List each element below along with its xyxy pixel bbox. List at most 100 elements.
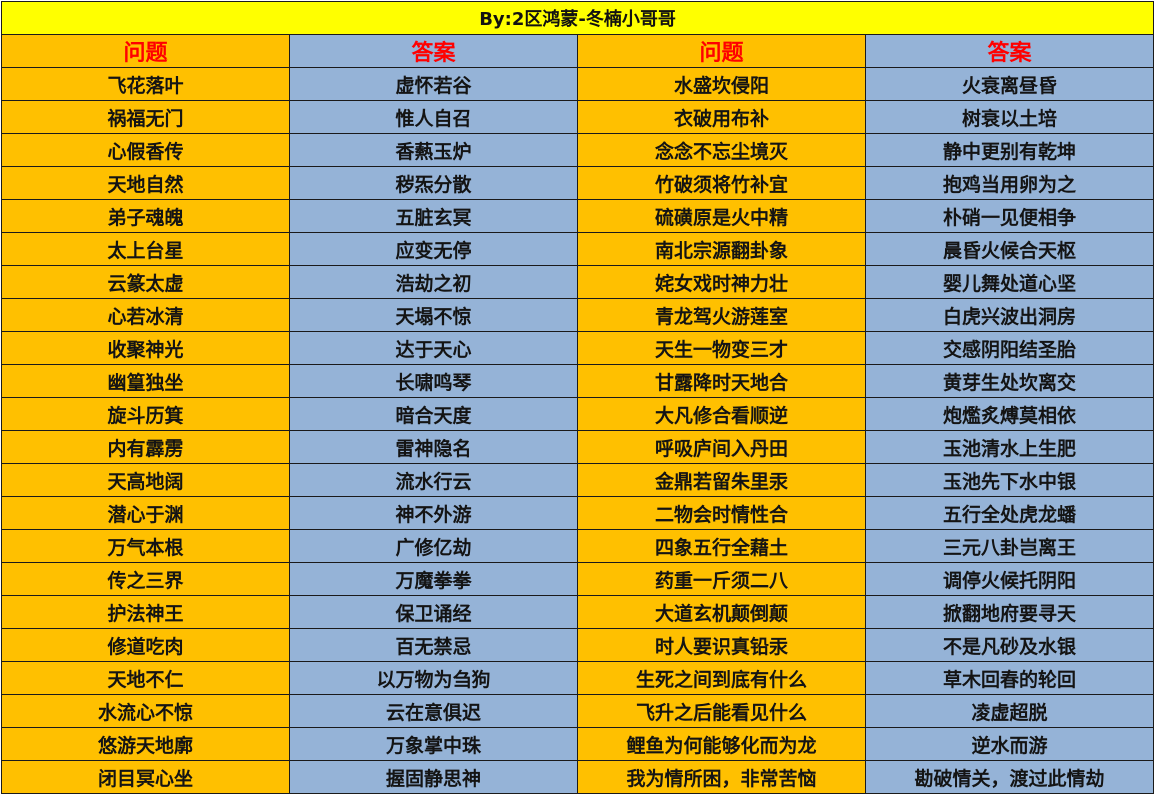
answer-cell[interactable]: 勘破情关，渡过此情劫 — [864, 760, 1155, 794]
question-cell[interactable]: 生死之间到底有什么 — [577, 661, 866, 695]
question-cell[interactable]: 心假香传 — [1, 133, 290, 167]
answer-cell[interactable]: 百无禁忌 — [289, 628, 578, 662]
question-cell[interactable]: 金鼎若留朱里汞 — [577, 463, 866, 497]
answer-cell[interactable]: 不是凡砂及水银 — [864, 628, 1155, 662]
answer-cell[interactable]: 流水行云 — [289, 463, 578, 497]
question-cell[interactable]: 药重一斤须二八 — [577, 562, 866, 596]
answer-cell[interactable]: 暗合天度 — [289, 397, 578, 431]
answer-cell[interactable]: 天塌不惊 — [289, 298, 578, 332]
question-cell[interactable]: 天地不仁 — [1, 661, 290, 695]
answer-cell[interactable]: 火衰离昼昏 — [864, 67, 1155, 101]
question-cell[interactable]: 大道玄机颠倒颠 — [577, 595, 866, 629]
question-cell[interactable]: 呼吸庐间入丹田 — [577, 430, 866, 464]
answer-cell[interactable]: 秽炁分散 — [289, 166, 578, 200]
question-cell[interactable]: 四象五行全藉土 — [577, 529, 866, 563]
answer-cell[interactable]: 万魔拳拳 — [289, 562, 578, 596]
answer-cell[interactable]: 五脏玄冥 — [289, 199, 578, 233]
question-cell[interactable]: 南北宗源翻卦象 — [577, 232, 866, 266]
answer-cell[interactable]: 三元八卦岂离王 — [864, 529, 1155, 563]
answer-cell[interactable]: 惟人自召 — [289, 100, 578, 134]
sheet-body: By:2区鸿蒙-冬楠小哥哥 问题 答案 问题 答案 飞花落叶 虚怀若谷 水盛坎侵阳火… — [0, 1, 1155, 794]
answer-cell[interactable]: 玉池先下水中银 — [864, 463, 1155, 497]
table-row: 心若冰清 天塌不惊 青龙驾火游莲室 白虎兴波出洞房 — [1, 298, 1155, 332]
answer-cell[interactable]: 五行全处虎龙蟠 — [864, 496, 1155, 530]
question-cell[interactable]: 姹女戏时神力壮 — [577, 265, 866, 299]
answer-cell[interactable]: 香爇玉炉 — [289, 133, 578, 167]
table-row: 闭目冥心坐 握固静思神 我为情所困，非常苦恼 勘破情关，渡过此情劫 — [1, 760, 1155, 794]
header-answer-1[interactable]: 答案 — [289, 34, 578, 68]
table-row: 收聚神光 达于天心 天生一物变三才 交感阴阳结圣胎 — [1, 331, 1155, 365]
header-question-1[interactable]: 问题 — [1, 34, 290, 68]
answer-cell[interactable]: 抱鸡当用卵为之 — [864, 166, 1155, 200]
answer-cell[interactable]: 掀翻地府要寻天 — [864, 595, 1155, 629]
question-cell[interactable]: 传之三界 — [1, 562, 290, 596]
answer-cell[interactable]: 浩劫之初 — [289, 265, 578, 299]
question-cell[interactable]: 修道吃肉 — [1, 628, 290, 662]
question-cell[interactable]: 闭目冥心坐 — [1, 760, 290, 794]
answer-cell[interactable]: 逆水而游 — [864, 727, 1155, 761]
question-cell[interactable]: 万气本根 — [1, 529, 290, 563]
answer-cell[interactable]: 万象掌中珠 — [289, 727, 578, 761]
question-cell[interactable]: 潜心于渊 — [1, 496, 290, 530]
answer-cell[interactable]: 达于天心 — [289, 331, 578, 365]
answer-cell[interactable]: 保卫诵经 — [289, 595, 578, 629]
answer-cell[interactable]: 雷神隐名 — [289, 430, 578, 464]
question-cell[interactable]: 时人要识真铅汞 — [577, 628, 866, 662]
question-cell[interactable]: 水盛坎侵阳 — [577, 67, 866, 101]
question-cell[interactable]: 旋斗历箕 — [1, 397, 290, 431]
answer-cell[interactable]: 调停火候托阴阳 — [864, 562, 1155, 596]
question-cell[interactable]: 幽篁独坐 — [1, 364, 290, 398]
question-cell[interactable]: 护法神王 — [1, 595, 290, 629]
question-cell[interactable]: 太上台星 — [1, 232, 290, 266]
answer-cell[interactable]: 握固静思神 — [289, 760, 578, 794]
answer-cell[interactable]: 应变无停 — [289, 232, 578, 266]
question-cell[interactable]: 甘露降时天地合 — [577, 364, 866, 398]
answer-cell[interactable]: 晨昏火候合天枢 — [864, 232, 1155, 266]
question-cell[interactable]: 衣破用布补 — [577, 100, 866, 134]
question-cell[interactable]: 飞花落叶 — [1, 67, 290, 101]
question-cell[interactable]: 云篆太虚 — [1, 265, 290, 299]
answer-cell[interactable]: 炮爁炙煿莫相依 — [864, 397, 1155, 431]
answer-cell[interactable]: 凌虚超脱 — [864, 694, 1155, 728]
question-cell[interactable]: 二物会时情性合 — [577, 496, 866, 530]
answer-cell[interactable]: 长啸鸣琴 — [289, 364, 578, 398]
question-cell[interactable]: 天地自然 — [1, 166, 290, 200]
header-question-2[interactable]: 问题 — [577, 34, 866, 68]
table-row: 飞花落叶 虚怀若谷 水盛坎侵阳 火衰离昼昏 — [1, 67, 1155, 101]
question-cell[interactable]: 心若冰清 — [1, 298, 290, 332]
answer-cell[interactable]: 虚怀若谷 — [289, 67, 578, 101]
answer-cell[interactable]: 玉池清水上生肥 — [864, 430, 1155, 464]
sheet-title[interactable]: By:2区鸿蒙-冬楠小哥哥 — [0, 1, 1155, 35]
answer-cell[interactable]: 神不外游 — [289, 496, 578, 530]
question-cell[interactable]: 我为情所困，非常苦恼 — [577, 760, 866, 794]
question-cell[interactable]: 念念不忘尘境灭 — [577, 133, 866, 167]
question-cell[interactable]: 竹破须将竹补宜 — [577, 166, 866, 200]
answer-cell[interactable]: 以万物为刍狗 — [289, 661, 578, 695]
answer-cell[interactable]: 云在意俱迟 — [289, 694, 578, 728]
question-cell[interactable]: 硫磺原是火中精 — [577, 199, 866, 233]
table-row: 天地自然 秽炁分散 竹破须将竹补宜 抱鸡当用卵为之 — [1, 166, 1155, 200]
question-cell[interactable]: 内有霹雳 — [1, 430, 290, 464]
answer-cell[interactable]: 白虎兴波出洞房 — [864, 298, 1155, 332]
question-cell[interactable]: 飞升之后能看见什么 — [577, 694, 866, 728]
answer-cell[interactable]: 朴硝一见便相争 — [864, 199, 1155, 233]
question-cell[interactable]: 大凡修合看顺逆 — [577, 397, 866, 431]
answer-cell[interactable]: 黄芽生处坎离交 — [864, 364, 1155, 398]
answer-cell[interactable]: 交感阴阳结圣胎 — [864, 331, 1155, 365]
question-cell[interactable]: 天高地阔 — [1, 463, 290, 497]
table-row: 祸福无门 惟人自召 衣破用布补 树衰以土培 — [1, 100, 1155, 134]
question-cell[interactable]: 祸福无门 — [1, 100, 290, 134]
question-cell[interactable]: 鲤鱼为何能够化而为龙 — [577, 727, 866, 761]
question-cell[interactable]: 弟子魂魄 — [1, 199, 290, 233]
question-cell[interactable]: 水流心不惊 — [1, 694, 290, 728]
question-cell[interactable]: 悠游天地廓 — [1, 727, 290, 761]
question-cell[interactable]: 青龙驾火游莲室 — [577, 298, 866, 332]
header-answer-2[interactable]: 答案 — [864, 34, 1155, 68]
answer-cell[interactable]: 草木回春的轮回 — [864, 661, 1155, 695]
question-cell[interactable]: 收聚神光 — [1, 331, 290, 365]
answer-cell[interactable]: 婴儿舞处道心坚 — [864, 265, 1155, 299]
answer-cell[interactable]: 静中更别有乾坤 — [864, 133, 1155, 167]
answer-cell[interactable]: 广修亿劫 — [289, 529, 578, 563]
question-cell[interactable]: 天生一物变三才 — [577, 331, 866, 365]
answer-cell[interactable]: 树衰以土培 — [864, 100, 1155, 134]
